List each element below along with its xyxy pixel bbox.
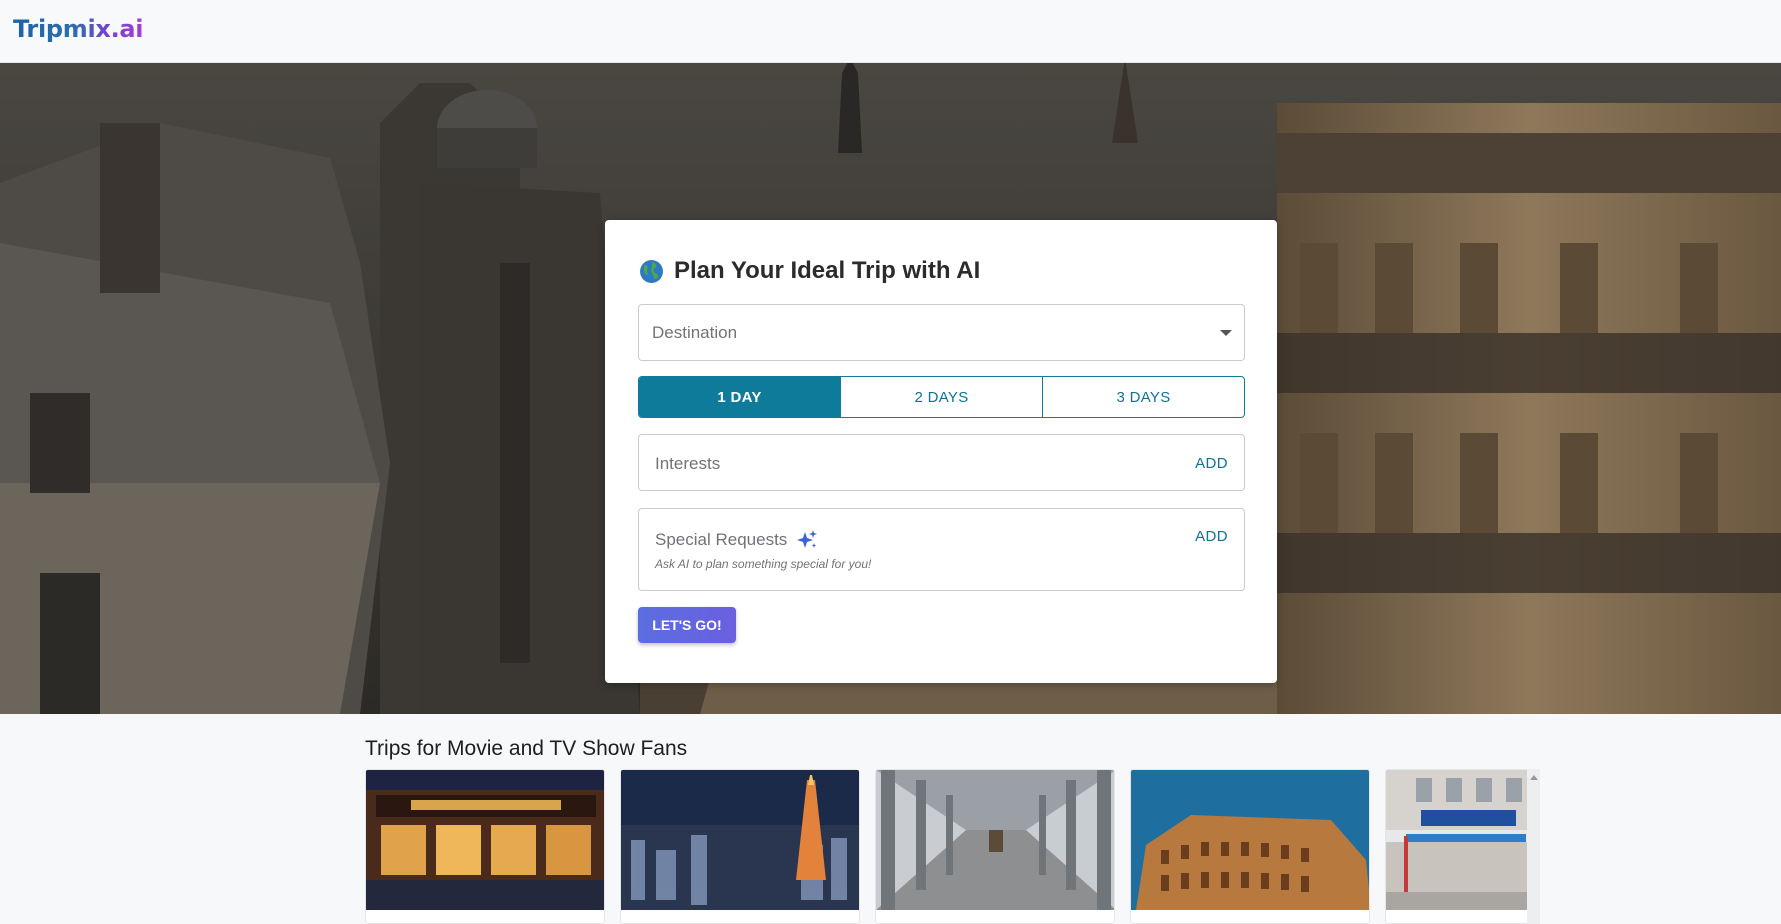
special-requests-field[interactable]: Special Requests Ask AI to plan somethin… (638, 508, 1245, 591)
trip-card[interactable] (1130, 769, 1370, 924)
trip-card[interactable] (620, 769, 860, 924)
lets-go-button[interactable]: LET'S GO! (638, 607, 736, 643)
special-requests-label: Special Requests (655, 530, 788, 549)
planner-title-text: Plan Your Ideal Trip with AI (674, 257, 981, 284)
trip-card[interactable] (875, 769, 1115, 924)
interests-field[interactable]: Interests ADD (638, 434, 1245, 491)
globe-icon (640, 259, 663, 283)
trip-card[interactable] (1385, 769, 1540, 924)
hero-banner: Plan Your Ideal Trip with AI Destination… (0, 63, 1781, 714)
app-logo[interactable]: Tripmix.ai (13, 15, 144, 43)
sparkle-icon (797, 530, 818, 548)
trip-card-carousel (365, 769, 1540, 924)
destination-placeholder: Destination (652, 323, 738, 342)
bir-hakeim-bridge-photo (876, 770, 1114, 910)
trip-card[interactable] (365, 769, 605, 924)
trip-planner-card: Plan Your Ideal Trip with AI Destination… (605, 220, 1277, 683)
duration-1-day[interactable]: 1 DAY (639, 377, 841, 417)
toms-restaurant-photo (1386, 770, 1540, 910)
carousel-scrollbar[interactable] (1527, 769, 1540, 924)
add-interests-button[interactable]: ADD (1195, 455, 1228, 472)
section-title: Trips for Movie and TV Show Fans (365, 737, 688, 760)
add-special-request-button[interactable]: ADD (1195, 528, 1228, 545)
chevron-down-icon[interactable] (1220, 330, 1232, 336)
duration-2-days[interactable]: 2 DAYS (841, 377, 1043, 417)
special-requests-label-wrap: Special Requests (655, 528, 819, 552)
planner-title: Plan Your Ideal Trip with AI (639, 257, 980, 285)
duration-toggle-group: 1 DAY 2 DAYS 3 DAYS (638, 376, 1245, 418)
destination-select[interactable]: Destination (638, 304, 1245, 361)
special-requests-hint: Ask AI to plan something special for you… (655, 557, 872, 571)
colosseum-photo (1131, 770, 1369, 910)
sherlock-holmes-pub-photo (366, 770, 604, 910)
tokyo-tower-night-photo (621, 770, 859, 910)
interests-placeholder: Interests (655, 454, 721, 473)
duration-3-days[interactable]: 3 DAYS (1043, 377, 1244, 417)
top-bar: Tripmix.ai (0, 0, 1781, 63)
scroll-up-icon[interactable] (1530, 775, 1538, 780)
